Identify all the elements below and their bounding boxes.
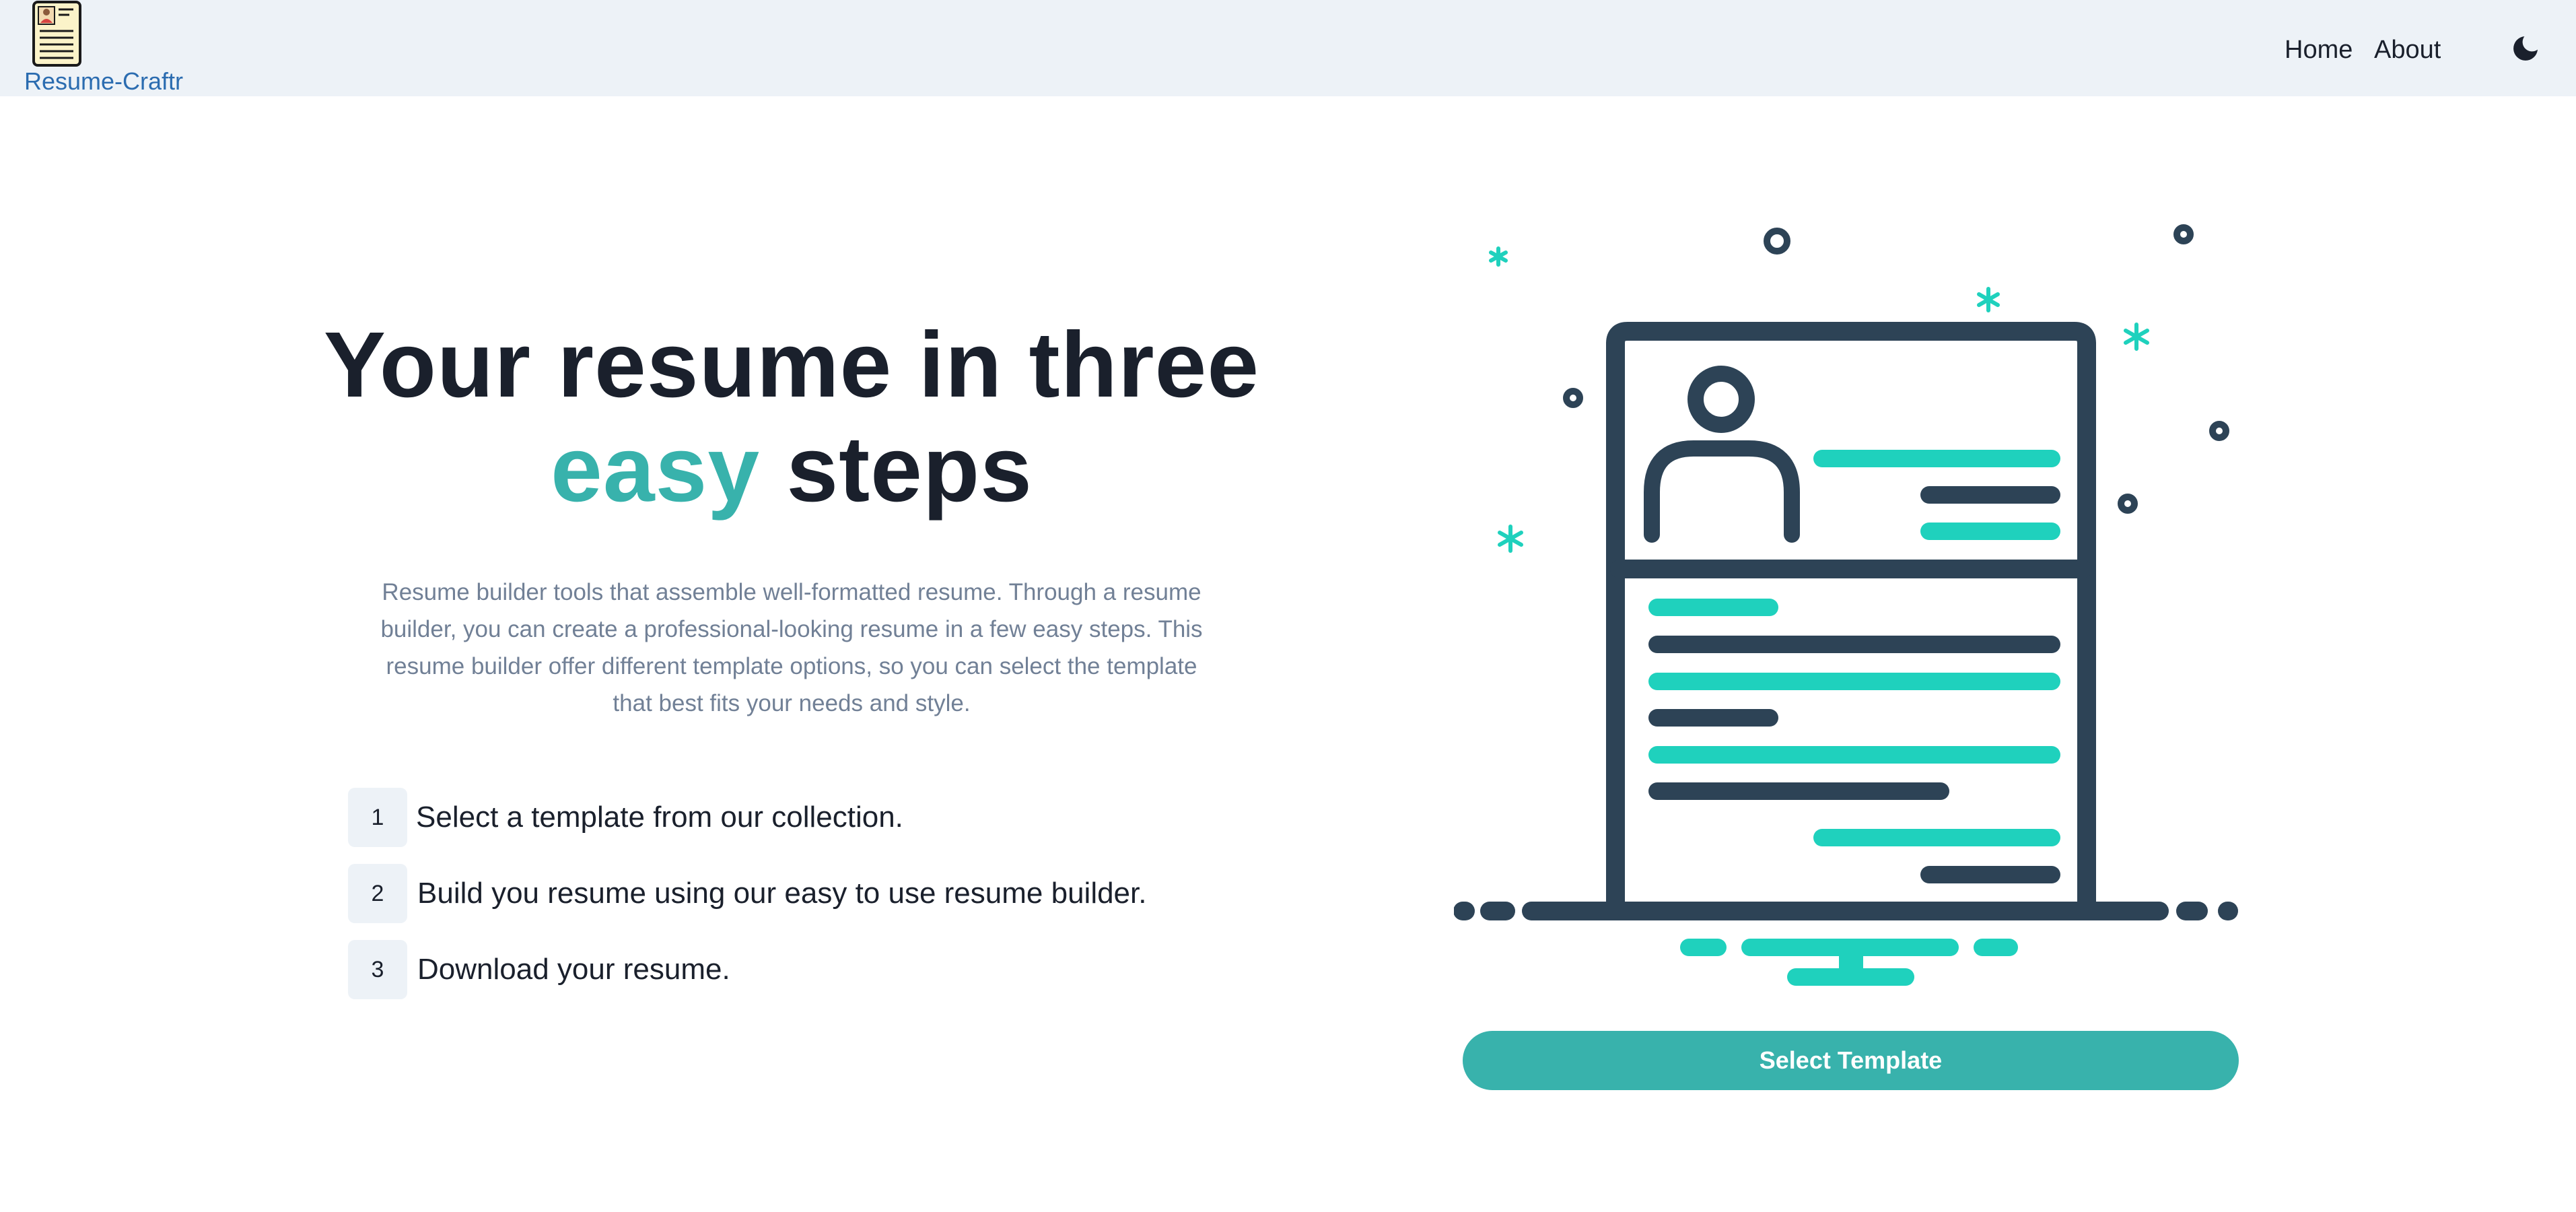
resume-document-icon [32,1,81,67]
step-item: 2 Build you resume using our easy to use… [348,864,1290,923]
step-text: Download your resume. [417,953,730,986]
step-text: Build you resume using our easy to use r… [417,877,1147,910]
step-number-badge: 1 [348,788,407,847]
hero-title-rest: steps [786,417,1033,521]
hero-title-line1: Your resume in three [323,313,1260,417]
navbar: Resume-Craftr Home About [0,0,2576,96]
theme-toggle-button[interactable] [2509,32,2542,65]
step-number-badge: 3 [348,940,407,999]
step-number-badge: 2 [348,864,407,923]
moon-icon [2513,36,2538,61]
nav-home-link[interactable]: Home [2285,33,2353,67]
hero-description: Resume builder tools that assemble well-… [380,579,1203,716]
step-text: Select a template from our collection. [416,801,903,834]
nav-about-link[interactable]: About [2374,33,2441,67]
select-template-button[interactable]: Select Template [1463,1031,2239,1090]
hero-title: Your resume in three easy steps [320,313,1263,522]
brand-name: Resume-Craftr [24,67,184,95]
hero-title-accent: easy [551,417,761,521]
resume-illustration-icon [1454,224,2238,986]
step-item: 1 Select a template from our collection. [348,788,1290,847]
brand-link[interactable]: Resume-Craftr [24,0,226,96]
step-item: 3 Download your resume. [348,940,1290,999]
